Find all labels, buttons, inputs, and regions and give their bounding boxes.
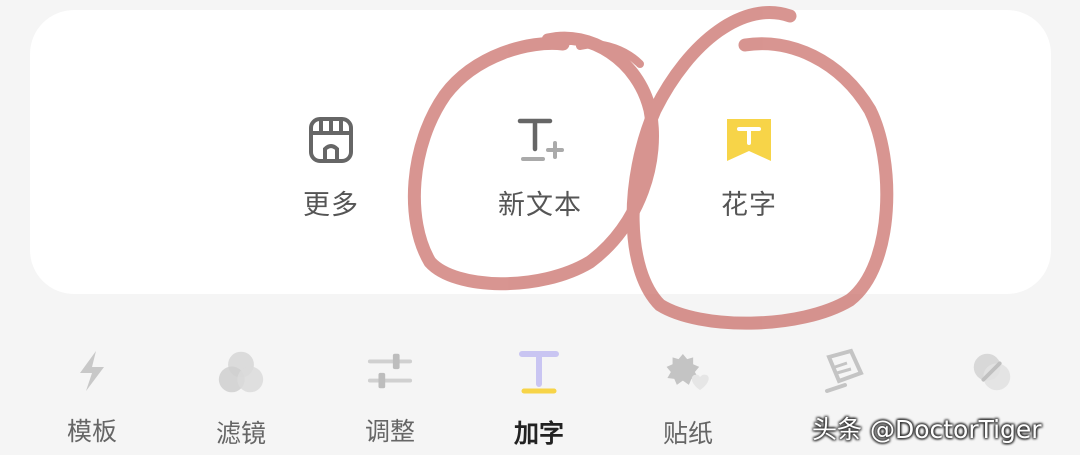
store-icon — [303, 112, 359, 167]
adjust-sliders-icon — [366, 348, 414, 394]
toolbar-label-sticker: 贴纸 — [662, 419, 713, 448]
watermark: 头条 @DoctorTiger — [812, 415, 1042, 444]
new-text-option[interactable]: 新文本 — [470, 112, 610, 222]
toolbar-label-add-text: 加字 — [513, 419, 564, 448]
fancy-text-label: 花字 — [721, 190, 777, 221]
add-text-icon — [515, 348, 563, 396]
sticker-icon — [664, 348, 712, 396]
toolbar-item-template[interactable]: 模板 — [27, 348, 157, 448]
new-text-label: 新文本 — [498, 190, 582, 221]
more-label: 更多 — [303, 190, 359, 221]
lightning-icon — [68, 348, 116, 394]
toolbar-item-adjust[interactable]: 调整 — [325, 348, 455, 448]
toolbar-item-sticker[interactable]: 贴纸 — [623, 348, 753, 448]
edit-icon — [820, 348, 868, 396]
fancy-text-icon — [721, 112, 777, 167]
toolbar-label-filter: 滤镜 — [215, 419, 266, 448]
toolbar-label-adjust: 调整 — [364, 417, 415, 446]
more-option[interactable]: 更多 — [261, 112, 401, 222]
filter-circles-icon — [217, 348, 265, 396]
toolbar-label-template: 模板 — [66, 417, 117, 446]
text-add-icon — [512, 112, 568, 167]
fancy-text-option[interactable]: 花字 — [679, 112, 819, 222]
toolbar-item-add-text[interactable]: 加字 — [474, 348, 604, 448]
overlay-icon — [968, 348, 1016, 396]
toolbar-item-filter[interactable]: 滤镜 — [176, 348, 306, 448]
